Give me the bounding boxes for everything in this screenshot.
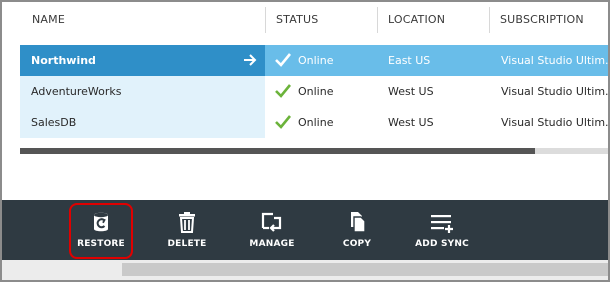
table-row[interactable]: SalesDB Online West US Visual Studio Ult… [20, 107, 608, 138]
column-header-location[interactable]: LOCATION [388, 13, 445, 26]
column-divider [265, 7, 266, 33]
cell-name[interactable]: AdventureWorks [20, 76, 265, 107]
subscription-text: Visual Studio Ultim... [501, 54, 608, 67]
status-text: Online [298, 54, 334, 67]
scrollbar-track[interactable] [122, 263, 608, 276]
column-header-subscription[interactable]: SUBSCRIPTION [500, 13, 584, 26]
cell-status: Online [265, 107, 377, 138]
subscription-text: Visual Studio Ultim... [501, 85, 608, 98]
location-text: West US [388, 116, 434, 129]
cell-subscription: Visual Studio Ultim... [490, 107, 608, 138]
column-header-name[interactable]: NAME [32, 13, 65, 26]
copy-button[interactable]: COPY [327, 200, 387, 260]
manage-button[interactable]: MANAGE [242, 200, 302, 260]
cell-name[interactable]: Northwind [20, 45, 265, 76]
arrow-right-icon[interactable] [243, 53, 257, 67]
location-text: West US [388, 85, 434, 98]
scrollbar-thumb[interactable] [20, 148, 535, 154]
delete-label: DELETE [167, 239, 207, 249]
database-name: SalesDB [31, 116, 77, 129]
table-horizontal-scrollbar[interactable] [20, 148, 608, 154]
copy-icon [351, 212, 366, 233]
checkmark-icon [275, 53, 291, 67]
cell-name[interactable]: SalesDB [20, 107, 265, 138]
status-text: Online [298, 85, 334, 98]
cell-location: East US [377, 45, 490, 76]
cell-subscription: Visual Studio Ultim... [490, 45, 608, 76]
column-divider [377, 7, 378, 33]
database-name: AdventureWorks [31, 85, 122, 98]
cell-status: Online [265, 76, 377, 107]
cell-location: West US [377, 76, 490, 107]
checkmark-icon [275, 84, 291, 98]
status-text: Online [298, 116, 334, 129]
copy-label: COPY [342, 239, 372, 249]
checkmark-icon [275, 115, 291, 129]
cell-status: Online [265, 45, 377, 76]
column-divider [489, 7, 490, 33]
delete-button[interactable]: DELETE [157, 200, 217, 260]
add-sync-button[interactable]: ADD SYNC [410, 200, 474, 260]
location-text: East US [388, 54, 431, 67]
subscription-text: Visual Studio Ultim... [501, 116, 608, 129]
trash-icon [179, 212, 195, 233]
window-frame: NAME STATUS LOCATION SUBSCRIPTION Northw… [0, 0, 610, 282]
restore-highlight-callout [69, 203, 133, 259]
column-header-row: NAME STATUS LOCATION SUBSCRIPTION [2, 2, 608, 38]
column-header-status[interactable]: STATUS [276, 13, 318, 26]
add-sync-label: ADD SYNC [415, 239, 469, 249]
cell-location: West US [377, 107, 490, 138]
cell-subscription: Visual Studio Ultim... [490, 76, 608, 107]
table-row[interactable]: AdventureWorks Online West US Visual Stu… [20, 76, 608, 107]
manage-label: MANAGE [249, 239, 295, 249]
manage-icon [261, 212, 282, 232]
database-name: Northwind [31, 54, 96, 67]
add-sync-icon [431, 215, 453, 233]
page-horizontal-scrollbar[interactable] [2, 260, 608, 280]
table-row[interactable]: Northwind Online East US Visual Studio U… [20, 45, 608, 76]
